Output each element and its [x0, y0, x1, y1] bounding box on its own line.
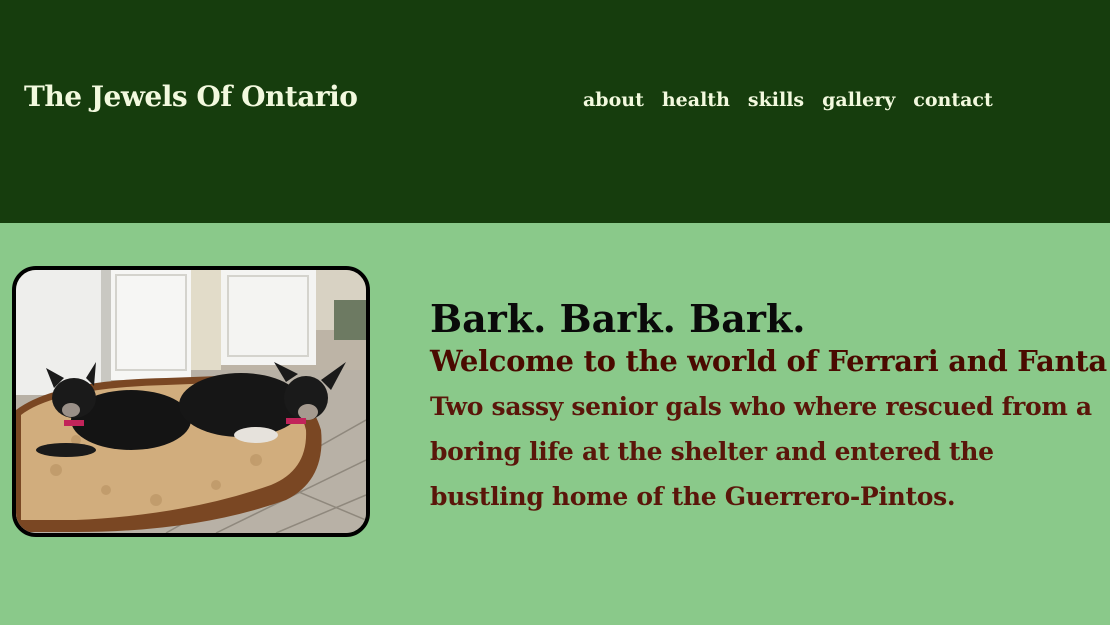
hero-heading: Bark. Bark. Bark.	[430, 296, 806, 341]
nav-link-about[interactable]: about	[583, 89, 644, 111]
hero-body-text: Two sassy senior gals who where rescued …	[430, 392, 1092, 511]
main-nav: about health skills gallery contact	[583, 89, 993, 111]
site-header: The Jewels Of Ontario about health skill…	[0, 0, 1110, 223]
nav-link-skills[interactable]: skills	[748, 89, 804, 111]
nav-link-gallery[interactable]: gallery	[822, 89, 895, 111]
dogs-photo	[12, 266, 370, 537]
nav-link-contact[interactable]: contact	[913, 89, 993, 111]
hero-subheading: Welcome to the world of Ferrari and Fant…	[430, 344, 1110, 378]
intro-section: Bark. Bark. Bark. Welcome to the world o…	[430, 296, 1110, 519]
site-title[interactable]: The Jewels Of Ontario	[24, 80, 358, 113]
nav-link-health[interactable]: health	[662, 89, 730, 111]
